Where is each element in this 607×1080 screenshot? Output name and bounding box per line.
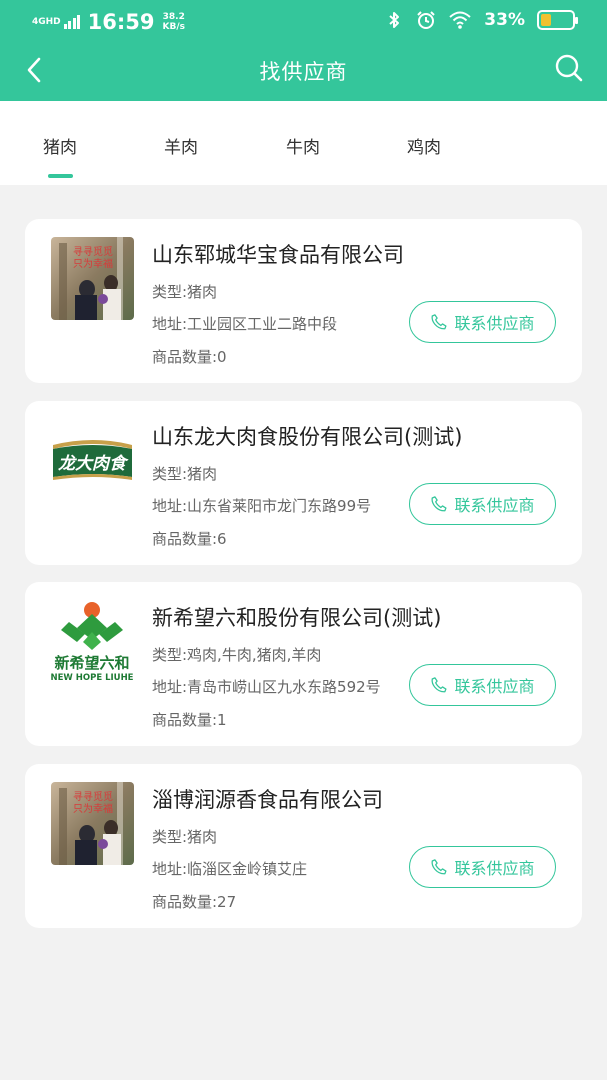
supplier-name: 淄博润源香食品有限公司 [152,787,383,812]
page-title: 找供应商 [259,60,348,84]
contact-supplier-button[interactable]: 联系供应商 [409,664,556,706]
contact-label: 联系供应商 [454,495,535,515]
supplier-card[interactable]: 寻寻觅觅 只为幸福 淄博润源香食品有限公司 类型:猪肉 地址:临淄区金岭镇艾庄 … [25,763,582,928]
supplier-address: 地址:临淄区金岭镇艾庄 [152,859,308,878]
svg-text:只为幸福: 只为幸福 [73,802,113,815]
header-bar: 4GHD 16:59 38.2 KB/s 33% 找供应商 [0,0,607,101]
product-count: 商品数量:1 [152,711,227,729]
bluetooth-icon [389,12,400,28]
status-time: 16:59 [87,10,155,34]
logo-subtext: NEW HOPE LIUHE [51,673,134,683]
app-bar: 找供应商 [0,46,607,101]
product-count: 商品数量:27 [152,892,237,911]
supplier-type: 类型:猪肉 [152,283,218,301]
supplier-card[interactable]: 新希望六和 NEW HOPE LIUHE 新希望六和股份有限公司(测试) 类型:… [25,582,582,746]
search-button[interactable] [551,50,587,86]
alarm-icon [417,11,436,29]
supplier-logo: 寻寻觅觅 只为幸福 [51,781,134,865]
logo-text: 龙大肉食 [58,454,129,474]
product-count: 商品数量:6 [152,529,227,548]
speed-unit: KB/s [162,22,185,32]
supplier-address: 地址:山东省莱阳市龙门东路99号 [152,496,372,515]
supplier-type: 类型:猪肉 [152,464,218,483]
contact-label: 联系供应商 [454,314,535,333]
contact-supplier-button[interactable]: 联系供应商 [409,482,556,525]
supplier-name: 山东郓城华宝食品有限公司 [152,243,404,267]
logo-text: 寻寻觅觅 [73,246,113,258]
category-tabs: 猪肉 羊肉 牛肉 鸡肉 [0,101,607,185]
search-icon [555,54,583,82]
phone-icon [431,495,448,511]
supplier-address: 地址:青岛市崂山区九水东路592号 [152,678,381,696]
supplier-card[interactable]: 寻寻觅觅 只为幸福 山东郓城华宝食品有限公司 类型:猪肉 地址:工业园区工业二路… [25,219,582,383]
tab-chicken[interactable]: 鸡肉 [384,133,464,158]
network-speed: 38.2 KB/s [163,12,185,32]
supplier-address: 地址:工业园区工业二路中段 [152,315,338,333]
battery-percent: 33% [484,10,525,30]
tab-beef[interactable]: 牛肉 [263,133,343,158]
status-bar: 4GHD 16:59 38.2 KB/s 33% [0,0,607,46]
contact-label: 联系供应商 [454,858,535,878]
supplier-logo: 龙大肉食 [51,418,134,502]
contact-supplier-button[interactable]: 联系供应商 [409,301,556,343]
logo-text: 寻寻觅觅 [73,791,113,803]
phone-icon [431,858,448,874]
network-type: 4GHD [32,16,61,27]
supplier-name: 新希望六和股份有限公司(测试) [152,606,442,630]
signal-icon [63,15,82,29]
supplier-name: 山东龙大肉食股份有限公司(测试) [152,424,463,449]
tab-pork[interactable]: 猪肉 [20,133,100,158]
supplier-list: 寻寻觅觅 只为幸福 山东郓城华宝食品有限公司 类型:猪肉 地址:工业园区工业二路… [25,219,582,945]
phone-icon [431,314,448,330]
product-count: 商品数量:0 [152,348,227,366]
speed-value: 38.2 [162,12,185,22]
phone-icon [431,677,448,693]
svg-text:只为幸福: 只为幸福 [73,257,113,270]
supplier-type: 类型:鸡肉,牛肉,猪肉,羊肉 [152,646,322,664]
supplier-logo: 寻寻觅觅 只为幸福 [51,237,134,320]
wifi-icon [449,11,471,29]
tab-indicator [48,174,73,178]
battery-icon [537,10,578,30]
logo-text: 新希望六和 [54,654,129,672]
contact-label: 联系供应商 [454,677,535,696]
supplier-type: 类型:猪肉 [152,827,218,846]
contact-supplier-button[interactable]: 联系供应商 [409,845,556,888]
supplier-card[interactable]: 龙大肉食 山东龙大肉食股份有限公司(测试) 类型:猪肉 地址:山东省莱阳市龙门东… [25,400,582,565]
supplier-logo: 新希望六和 NEW HOPE LIUHE [51,600,134,683]
tab-mutton[interactable]: 羊肉 [141,133,221,158]
battery-fill [541,14,551,26]
